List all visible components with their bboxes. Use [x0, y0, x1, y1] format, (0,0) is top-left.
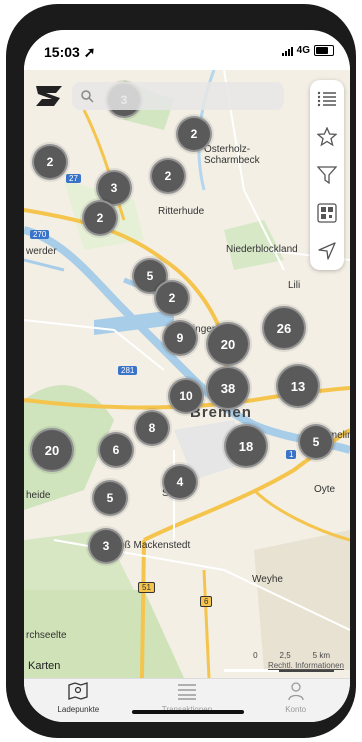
scale-mid: 2,5 — [279, 651, 291, 660]
label-weyhe: Weyhe — [252, 574, 283, 585]
road-badge-51: 51 — [138, 582, 155, 593]
scale-labels: 0 2,5 5 km — [253, 651, 330, 660]
tab-konto[interactable]: Konto — [241, 679, 350, 722]
map-toolbar — [310, 80, 344, 270]
favorites-button[interactable] — [315, 125, 339, 149]
charge-cluster[interactable]: 5 — [92, 480, 128, 516]
road-badge-6: 6 — [200, 596, 213, 607]
road-badge-1: 1 — [286, 450, 297, 459]
label-niederblockland: Niederblockland — [226, 244, 298, 255]
charge-cluster[interactable]: 6 — [98, 432, 134, 468]
label-vegesack: werder — [26, 246, 57, 257]
charge-cluster[interactable]: 13 — [276, 364, 320, 408]
charge-cluster[interactable]: 26 — [262, 306, 306, 350]
filter-button[interactable] — [315, 163, 339, 187]
charge-cluster[interactable]: 9 — [162, 320, 198, 356]
tab-label-ladepunkte: Ladepunkte — [57, 705, 100, 714]
filter-icon — [317, 166, 337, 185]
road-badge-27: 27 — [66, 174, 81, 183]
star-icon — [317, 127, 337, 147]
search-input[interactable] — [98, 88, 284, 104]
charge-cluster[interactable]: 2 — [176, 116, 212, 152]
status-right: 4G — [281, 45, 334, 56]
qr-icon — [317, 203, 337, 223]
signal-icon — [281, 46, 293, 56]
label-lilienthal: Lili — [288, 280, 301, 291]
road-badge-281: 281 — [118, 366, 138, 375]
map-view[interactable]: Osterholz- Scharmbeck Ritterhude Niederbl… — [24, 70, 350, 678]
charge-cluster[interactable]: 2 — [82, 200, 118, 236]
charge-cluster[interactable]: 5 — [298, 424, 334, 460]
list-icon — [178, 684, 196, 700]
list-icon — [317, 91, 336, 107]
qr-scan-button[interactable] — [315, 201, 339, 225]
charge-cluster[interactable]: 18 — [224, 424, 268, 468]
label-ritterhude: Ritterhude — [158, 206, 205, 217]
battery-icon — [314, 45, 334, 56]
my-location-button[interactable] — [315, 239, 339, 263]
tab-bar: Ladepunkte Transaktionen Konto — [24, 678, 350, 722]
label-harpstedt: rchseelte — [26, 630, 67, 641]
charge-cluster[interactable]: 4 — [162, 464, 198, 500]
label-osterholz: Osterholz- Scharmbeck — [204, 144, 260, 166]
label-oyten: Oyte — [314, 484, 336, 495]
location-arrow-icon — [318, 242, 336, 260]
map-attribution: Karten — [28, 660, 61, 672]
map-pin-icon — [68, 682, 88, 700]
status-time: 15:03 ➚ — [44, 44, 96, 60]
phone-frame: 15:03 ➚ 4G Osterholz- Scharmbeck Ritterh… — [6, 4, 356, 738]
charge-cluster[interactable]: 38 — [206, 366, 250, 410]
tab-transaktionen[interactable]: Transaktionen — [133, 679, 242, 722]
charge-cluster[interactable]: 2 — [154, 280, 190, 316]
search-bar[interactable] — [72, 82, 284, 110]
tab-ladepunkte[interactable]: Ladepunkte — [24, 679, 133, 722]
charge-cluster[interactable]: 2 — [32, 144, 68, 180]
network-label: 4G — [296, 45, 310, 56]
scale-zero: 0 — [253, 651, 258, 660]
scale-max: 5 km — [312, 651, 330, 660]
search-icon — [81, 90, 94, 103]
charge-cluster[interactable]: 20 — [206, 322, 250, 366]
list-view-button[interactable] — [315, 87, 339, 111]
tab-label-konto: Konto — [285, 705, 307, 714]
legal-link[interactable]: Rechtl. Informationen — [268, 661, 344, 670]
label-heide: heide — [26, 490, 51, 501]
charge-cluster[interactable]: 3 — [88, 528, 124, 564]
app-logo-icon — [36, 86, 62, 106]
road-badge-270: 270 — [30, 230, 50, 239]
charge-cluster[interactable]: 2 — [150, 158, 186, 194]
charge-cluster[interactable]: 8 — [134, 410, 170, 446]
user-icon — [288, 682, 304, 701]
charge-cluster[interactable]: 10 — [168, 378, 204, 414]
app-screen: 15:03 ➚ 4G Osterholz- Scharmbeck Ritterh… — [24, 30, 350, 722]
charge-cluster[interactable]: 20 — [30, 428, 74, 472]
status-bar: 15:03 ➚ 4G — [24, 30, 350, 70]
home-indicator — [132, 710, 244, 714]
